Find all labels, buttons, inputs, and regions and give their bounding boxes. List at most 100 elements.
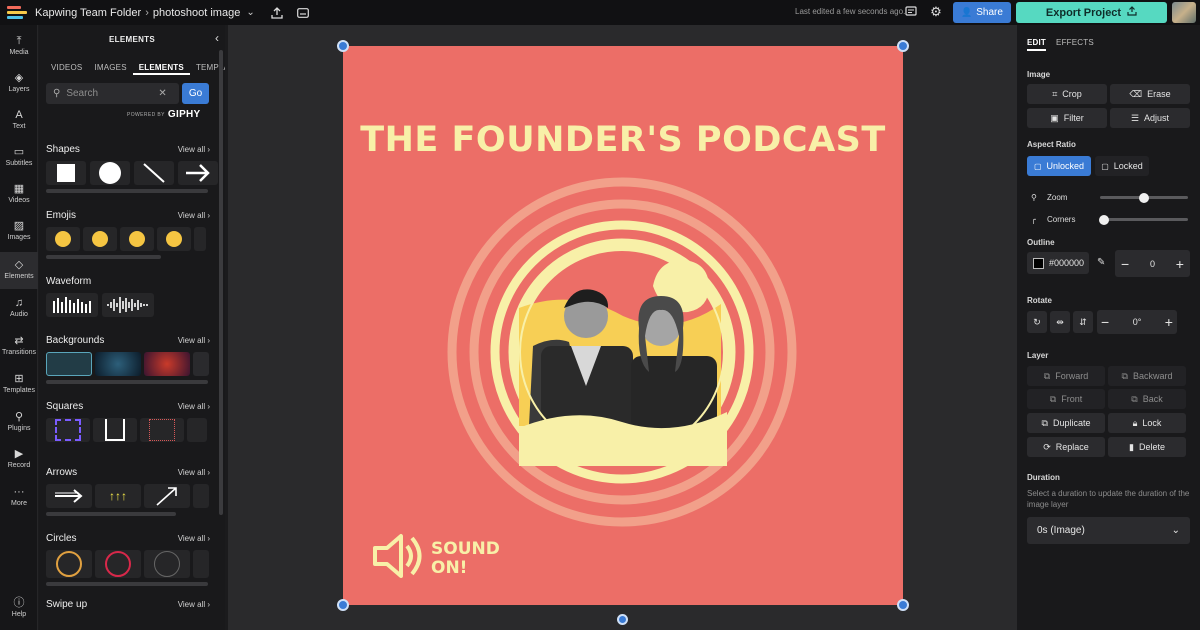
circle-frame-item[interactable] bbox=[95, 550, 141, 578]
arrow-shape[interactable] bbox=[178, 161, 218, 185]
minus-icon[interactable]: − bbox=[1101, 314, 1109, 330]
emoji-item[interactable] bbox=[46, 227, 80, 251]
view-all-link[interactable]: View all › bbox=[178, 211, 210, 220]
emoji-item[interactable] bbox=[83, 227, 117, 251]
tab-elements[interactable]: ELEMENTS bbox=[132, 63, 190, 75]
sound-on-text[interactable]: SOUND ON! bbox=[431, 540, 500, 578]
circle-frame-item[interactable] bbox=[193, 550, 209, 578]
circle-frame-item[interactable] bbox=[144, 550, 190, 578]
share-button[interactable]: 👤 Share bbox=[953, 2, 1011, 23]
scrollbar[interactable] bbox=[46, 255, 161, 259]
square-frame-item[interactable] bbox=[93, 418, 137, 442]
rail-item-media[interactable]: ⤒ Media bbox=[0, 28, 38, 65]
rail-item-subtitles[interactable]: ▭ Subtitles bbox=[0, 139, 38, 176]
resize-handle-bottom-left[interactable] bbox=[337, 599, 349, 611]
gear-icon[interactable]: ⚙ bbox=[926, 3, 946, 21]
outline-color-field[interactable]: #000000 bbox=[1027, 252, 1089, 274]
background-item[interactable] bbox=[95, 352, 141, 376]
chevron-left-icon[interactable]: ‹ bbox=[215, 31, 219, 45]
eyedropper-icon[interactable]: ✎ bbox=[1097, 257, 1105, 268]
rail-item-images[interactable]: ▨ Images bbox=[0, 213, 38, 250]
square-shape[interactable] bbox=[46, 161, 86, 185]
upload-icon[interactable] bbox=[267, 4, 287, 22]
minus-icon[interactable]: − bbox=[1121, 256, 1129, 272]
export-project-button[interactable]: Export Project bbox=[1016, 2, 1167, 23]
arrow-item[interactable] bbox=[144, 484, 190, 508]
background-item[interactable] bbox=[46, 352, 92, 376]
rail-item-record[interactable]: ▶ Record bbox=[0, 441, 38, 478]
tab-effects[interactable]: EFFECTS bbox=[1056, 38, 1094, 51]
rail-item-audio[interactable]: ♫ Audio bbox=[0, 290, 38, 327]
resize-handle-top-left[interactable] bbox=[337, 40, 349, 52]
zoom-slider-knob[interactable] bbox=[1139, 193, 1149, 203]
rail-item-more[interactable]: ··· More bbox=[0, 479, 38, 516]
kapwing-logo-icon[interactable] bbox=[7, 5, 29, 21]
adjust-button[interactable]: ☰ Adjust bbox=[1110, 108, 1190, 128]
front-button[interactable]: ⧉ Front bbox=[1027, 389, 1105, 409]
lock-button[interactable]: 🔒︎ Lock bbox=[1108, 413, 1186, 433]
emoji-item[interactable] bbox=[194, 227, 206, 251]
close-icon[interactable]: ✕ bbox=[158, 88, 166, 99]
rail-item-elements[interactable]: ◇ Elements bbox=[0, 252, 38, 289]
rotate-icon[interactable]: ↻ bbox=[1027, 311, 1047, 333]
view-all-link[interactable]: View all › bbox=[178, 402, 210, 411]
corners-slider[interactable] bbox=[1100, 218, 1188, 221]
rotate-stepper[interactable]: − 0° + bbox=[1097, 310, 1177, 334]
duplicate-button[interactable]: ⧉ Duplicate bbox=[1027, 413, 1105, 433]
waveform-line[interactable] bbox=[102, 293, 154, 317]
emoji-item[interactable] bbox=[120, 227, 154, 251]
back-button[interactable]: ⧉ Back bbox=[1108, 389, 1186, 409]
view-all-link[interactable]: View all › bbox=[178, 600, 210, 609]
scrollbar[interactable] bbox=[46, 380, 208, 384]
avatar[interactable] bbox=[1172, 2, 1196, 23]
rail-item-help[interactable]: ⓘ Help bbox=[0, 590, 38, 627]
waveform-bars[interactable] bbox=[46, 293, 98, 317]
go-button[interactable]: Go bbox=[182, 83, 209, 104]
replace-button[interactable]: ⟳ Replace bbox=[1027, 437, 1105, 457]
resize-handle-bottom-right[interactable] bbox=[897, 599, 909, 611]
crop-button[interactable]: ⌗ Crop bbox=[1027, 84, 1107, 104]
forward-button[interactable]: ⧉ Forward bbox=[1027, 366, 1105, 386]
arrow-item[interactable] bbox=[46, 484, 92, 508]
flip-vertical-icon[interactable]: ⇵ bbox=[1073, 311, 1093, 333]
tab-videos[interactable]: VIDEOS bbox=[45, 63, 88, 75]
line-shape[interactable] bbox=[134, 161, 174, 185]
emoji-item[interactable] bbox=[157, 227, 191, 251]
plus-icon[interactable]: + bbox=[1165, 314, 1173, 330]
comment-icon[interactable] bbox=[901, 3, 921, 21]
circle-shape[interactable] bbox=[90, 161, 130, 185]
flip-horizontal-icon[interactable]: ⇹ bbox=[1050, 311, 1070, 333]
unlocked-button[interactable]: ▢ Unlocked bbox=[1027, 156, 1091, 176]
rail-item-transitions[interactable]: ⇄ Transitions bbox=[0, 328, 38, 365]
outline-stepper[interactable]: − 0 + bbox=[1115, 250, 1190, 277]
resize-handle-top-right[interactable] bbox=[897, 40, 909, 52]
delete-button[interactable]: ▮ Delete bbox=[1108, 437, 1186, 457]
rail-item-layers[interactable]: ◈ Layers bbox=[0, 65, 38, 102]
subtitles-icon[interactable] bbox=[293, 4, 313, 22]
tab-images[interactable]: IMAGES bbox=[88, 63, 132, 75]
square-frame-item[interactable] bbox=[46, 418, 90, 442]
corners-slider-knob[interactable] bbox=[1099, 215, 1109, 225]
scrollbar[interactable] bbox=[46, 189, 208, 193]
rail-item-videos[interactable]: ▦ Videos bbox=[0, 176, 38, 213]
arrow-item[interactable]: ↑↑↑ bbox=[95, 484, 141, 508]
view-all-link[interactable]: View all › bbox=[178, 534, 210, 543]
background-item[interactable] bbox=[144, 352, 190, 376]
chevron-down-icon[interactable]: ⌄ bbox=[246, 7, 254, 18]
erase-button[interactable]: ⌫ Erase bbox=[1110, 84, 1190, 104]
backward-button[interactable]: ⧉ Backward bbox=[1108, 366, 1186, 386]
filter-button[interactable]: ▣ Filter bbox=[1027, 108, 1107, 128]
square-frame-item[interactable] bbox=[187, 418, 207, 442]
duration-select[interactable]: 0s (Image) ⌄ bbox=[1027, 517, 1190, 544]
project-title[interactable]: photoshoot image bbox=[153, 7, 240, 19]
square-frame-item[interactable] bbox=[140, 418, 184, 442]
plus-icon[interactable]: + bbox=[1176, 256, 1184, 272]
rail-item-templates[interactable]: ⊞ Templates bbox=[0, 366, 38, 403]
view-all-link[interactable]: View all › bbox=[178, 468, 210, 477]
artboard[interactable]: THE FOUNDER'S PODCAST SOUND ON! bbox=[343, 46, 903, 605]
view-all-link[interactable]: View all › bbox=[178, 145, 210, 154]
breadcrumb-folder[interactable]: Kapwing Team Folder bbox=[35, 7, 141, 19]
panel-scrollbar[interactable] bbox=[219, 50, 223, 515]
background-item[interactable] bbox=[193, 352, 209, 376]
view-all-link[interactable]: View all › bbox=[178, 336, 210, 345]
